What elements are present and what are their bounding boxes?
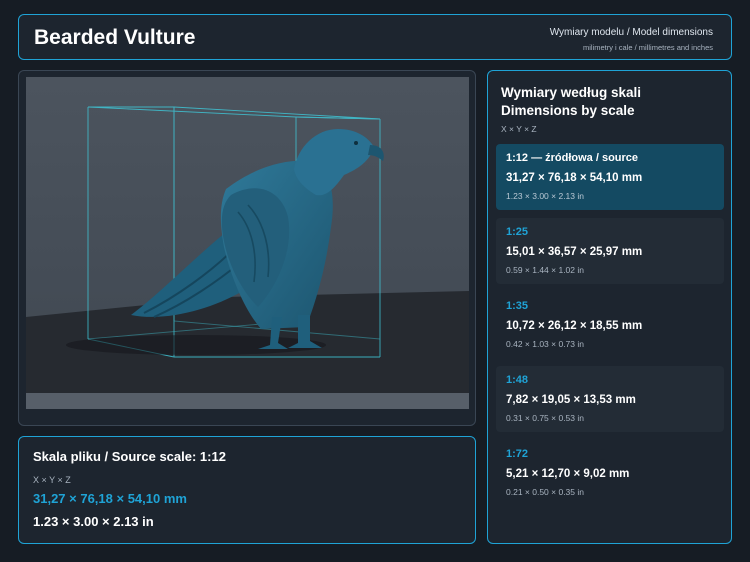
scale-dimensions-inches: 0.21 × 0.50 × 0.35 in: [506, 487, 584, 497]
source-scale-title: Skala pliku / Source scale: 1:12: [33, 449, 226, 464]
scale-dimensions-mm: 15,01 × 36,57 × 25,97 mm: [506, 246, 643, 258]
scale-dimensions-inches: 1.23 × 3.00 × 2.13 in: [506, 191, 584, 201]
scale-dimensions-mm: 10,72 × 26,12 × 18,55 mm: [506, 320, 643, 332]
model-viewer[interactable]: [18, 70, 476, 426]
scale-label: 1:48: [506, 374, 529, 386]
scale-dimensions-mm: 31,27 × 76,18 × 54,10 mm: [506, 172, 643, 184]
scale-card-1-35[interactable]: 1:35 10,72 × 26,12 × 18,55 mm 0.42 × 1.0…: [496, 292, 724, 358]
scale-dimensions-mm: 7,82 × 19,05 × 13,53 mm: [506, 394, 636, 406]
scale-card-1-72[interactable]: 1:72 5,21 × 12,70 × 9,02 mm 0.21 × 0.50 …: [496, 440, 724, 506]
scale-card-1-48[interactable]: 1:48 7,82 × 19,05 × 13,53 mm 0.31 × 0.75…: [496, 366, 724, 432]
scales-panel: Wymiary według skali Dimensions by scale…: [487, 70, 732, 544]
scale-dimensions-inches: 0.59 × 1.44 × 1.02 in: [506, 265, 584, 275]
source-axis-label: X × Y × Z: [33, 475, 71, 485]
scale-dimensions-inches: 0.31 × 0.75 × 0.53 in: [506, 413, 584, 423]
viewport-3d[interactable]: [26, 77, 469, 409]
source-dimensions-mm: 31,27 × 76,18 × 54,10 mm: [33, 491, 187, 506]
source-dimensions-inches: 1.23 × 3.00 × 2.13 in: [33, 514, 154, 529]
scale-dimensions-inches: 0.42 × 1.03 × 0.73 in: [506, 339, 584, 349]
source-scale-panel: Skala pliku / Source scale: 1:12 X × Y ×…: [18, 436, 476, 544]
scale-card-1-25[interactable]: 1:25 15,01 × 36,57 × 25,97 mm 0.59 × 1.4…: [496, 218, 724, 284]
model-render: [26, 77, 469, 409]
scale-label: 1:12 — źródłowa / source: [506, 152, 639, 164]
header-panel: Bearded Vulture Wymiary modelu / Model d…: [18, 14, 732, 60]
scale-dimensions-mm: 5,21 × 12,70 × 9,02 mm: [506, 468, 630, 480]
scale-label: 1:35: [506, 300, 529, 312]
scale-label: 1:72: [506, 448, 529, 460]
scale-card-1-12[interactable]: 1:12 — źródłowa / source 31,27 × 76,18 ×…: [496, 144, 724, 210]
header-units-note: milimetry i cale / millimetres and inche…: [582, 43, 713, 52]
scales-axis-label: X × Y × Z: [501, 124, 537, 134]
header-subtitle: Wymiary modelu / Model dimensions: [549, 27, 713, 38]
model-title: Bearded Vulture: [34, 26, 196, 49]
scales-panel-title: Wymiary według skali Dimensions by scale: [501, 85, 642, 118]
scale-label: 1:25: [506, 226, 529, 238]
